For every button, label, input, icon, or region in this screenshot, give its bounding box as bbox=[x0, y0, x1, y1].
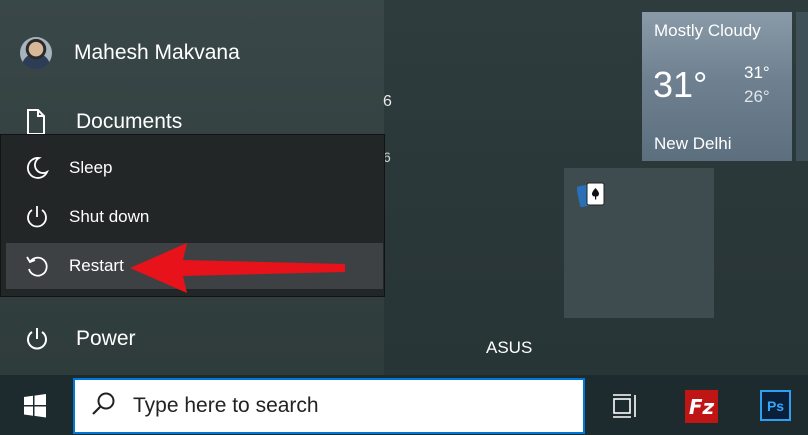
avatar bbox=[20, 37, 52, 69]
tile-edge bbox=[796, 12, 808, 161]
photoshop-label: Ps bbox=[766, 397, 785, 414]
taskbar: Type here to search Fz Ps bbox=[0, 375, 808, 435]
account-name: Mahesh Makvana bbox=[74, 41, 240, 64]
power-icon bbox=[23, 204, 51, 230]
shut-down-label: Shut down bbox=[69, 207, 150, 226]
weather-city: New Delhi bbox=[654, 134, 732, 153]
weather-tile[interactable]: Mostly Cloudy 31° 31° 26° New Delhi bbox=[642, 12, 792, 161]
documents-label: Documents bbox=[76, 110, 183, 133]
weather-temperature: 31° bbox=[653, 64, 708, 105]
tile-fragment-text: 6 bbox=[383, 93, 392, 110]
windows-start-icon[interactable] bbox=[20, 391, 50, 426]
power-icon bbox=[24, 326, 50, 352]
search-placeholder: Type here to search bbox=[133, 394, 319, 417]
taskbar-search-box[interactable]: Type here to search bbox=[73, 378, 585, 434]
asus-tile-label[interactable]: ASUS bbox=[486, 338, 532, 358]
sleep-menu-item[interactable]: Sleep bbox=[6, 145, 383, 191]
search-icon bbox=[89, 390, 117, 423]
filezilla-label: Fz bbox=[688, 394, 715, 419]
documents-button[interactable]: Documents bbox=[24, 108, 182, 136]
task-view-icon[interactable] bbox=[610, 392, 638, 425]
filezilla-app-icon[interactable]: Fz bbox=[685, 390, 718, 423]
annotation-arrow-icon bbox=[130, 243, 345, 293]
weather-high: 31° bbox=[744, 63, 770, 82]
sleep-label: Sleep bbox=[69, 158, 113, 177]
restart-label: Restart bbox=[69, 256, 124, 275]
power-button[interactable]: Power bbox=[24, 326, 136, 352]
solitaire-cards-icon bbox=[577, 182, 605, 207]
solitaire-tile[interactable] bbox=[564, 168, 714, 318]
document-icon bbox=[24, 108, 48, 136]
shut-down-menu-item[interactable]: Shut down bbox=[6, 194, 383, 240]
weather-low: 26° bbox=[744, 87, 770, 106]
weather-condition: Mostly Cloudy bbox=[654, 21, 761, 40]
photoshop-app-icon[interactable]: Ps bbox=[760, 390, 791, 421]
restart-icon bbox=[23, 253, 51, 279]
power-label: Power bbox=[76, 327, 136, 350]
moon-icon bbox=[23, 155, 51, 181]
account-button[interactable]: Mahesh Makvana bbox=[20, 34, 240, 72]
